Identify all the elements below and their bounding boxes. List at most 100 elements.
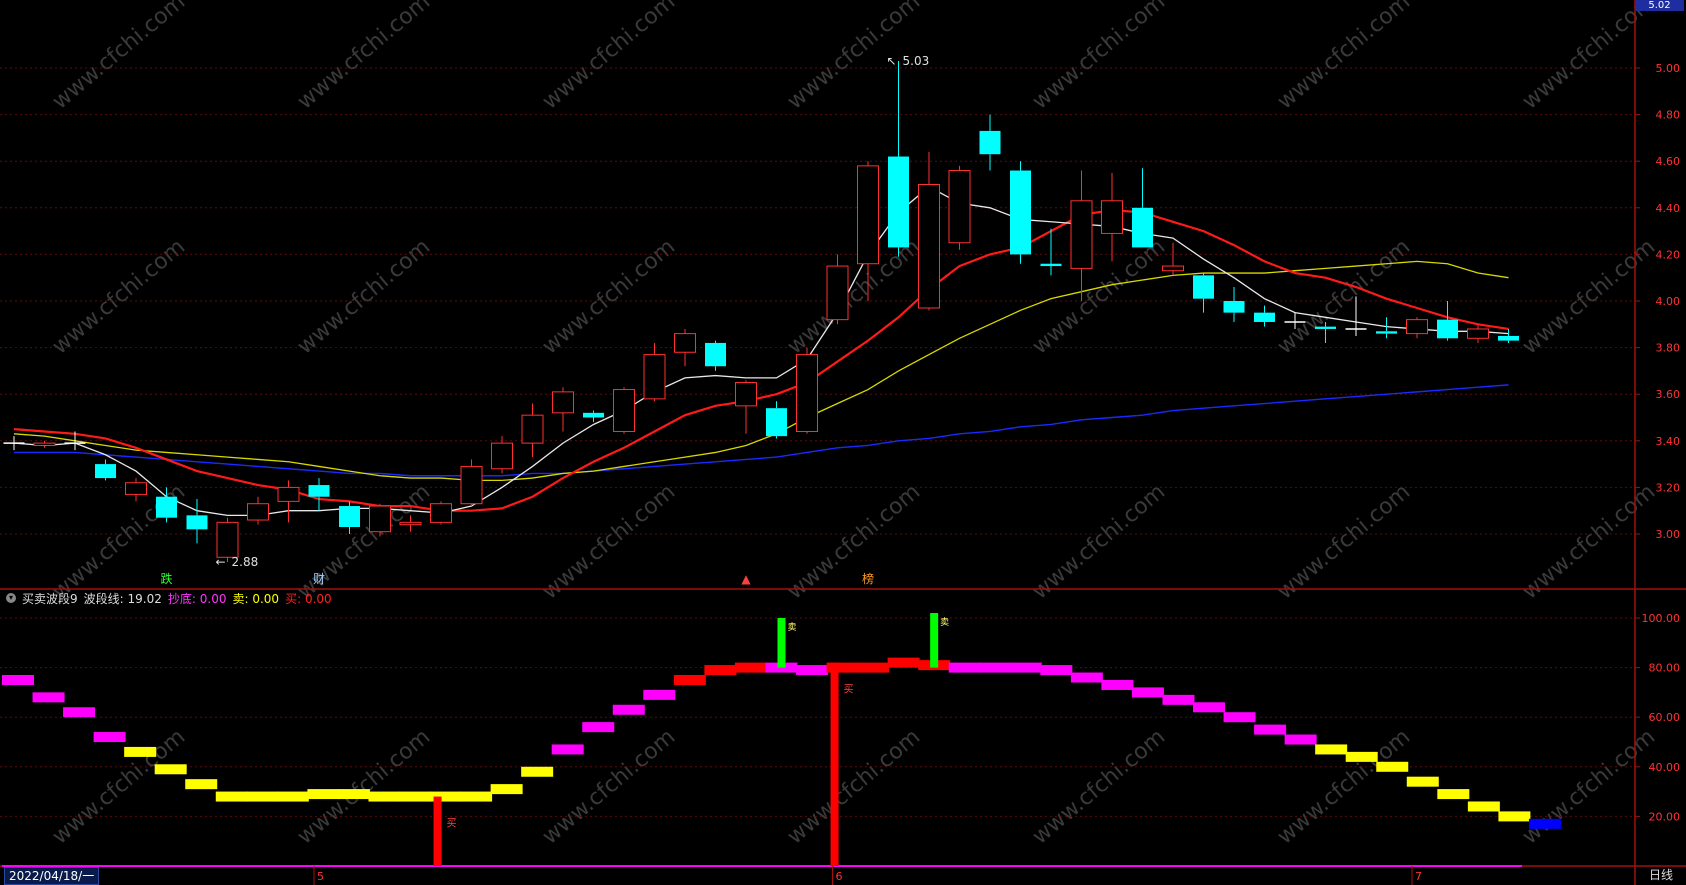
candle-body xyxy=(216,521,239,558)
candle-body xyxy=(1437,319,1458,339)
candle xyxy=(1467,324,1489,343)
price-tick-label: 4.60 xyxy=(1656,155,1681,168)
indicator-tick-label: 80.00 xyxy=(1649,662,1681,675)
price-tick-label: 3.00 xyxy=(1656,528,1681,541)
candle xyxy=(766,401,787,439)
price-annotation: 2.88 xyxy=(232,555,259,569)
watermark-text: www.cfchi.com xyxy=(1518,0,1660,115)
candle-body xyxy=(339,506,360,528)
band-segment xyxy=(582,722,615,733)
candle-body xyxy=(918,184,940,309)
buy-signal-bar xyxy=(433,796,442,866)
watermark-text: www.cfchi.com xyxy=(1028,0,1170,115)
candle xyxy=(705,340,726,371)
band-segment xyxy=(1528,818,1561,829)
indicator-tick-label: 100.00 xyxy=(1642,612,1681,625)
last-price-tag: 5.02 xyxy=(1635,0,1684,11)
band-segment xyxy=(1498,811,1531,822)
event-marker: ▲ xyxy=(741,572,751,586)
band-segment xyxy=(1315,744,1348,755)
candle-body xyxy=(1070,200,1093,269)
watermark-text: www.cfchi.com xyxy=(48,724,190,849)
indicator-name[interactable]: 买卖波段9 xyxy=(22,590,78,607)
event-marker: 财 xyxy=(313,572,325,586)
candle xyxy=(1254,305,1275,327)
band-segment xyxy=(1070,672,1103,683)
watermark-text: www.cfchi.com xyxy=(1518,724,1660,849)
month-label: 6 xyxy=(836,870,843,883)
band-segment xyxy=(399,791,432,802)
candle xyxy=(125,478,147,502)
candle xyxy=(826,254,849,325)
candle xyxy=(247,496,269,525)
band-segment xyxy=(1101,679,1134,690)
candle-body xyxy=(399,521,422,526)
watermark-text: www.cfchi.com xyxy=(293,724,435,849)
candle-body xyxy=(1010,170,1031,255)
watermark-text: www.cfchi.com xyxy=(1273,0,1415,115)
candle-body xyxy=(826,265,849,321)
band-segment xyxy=(551,744,584,755)
band-segment xyxy=(32,692,65,703)
candle-body xyxy=(948,170,971,244)
buy-signal-label: 买 xyxy=(447,818,457,830)
buy-label: 买: xyxy=(285,591,302,606)
stock-chart[interactable]: www.cfchi.com www.cfchi.com www.cfchi.com w… xyxy=(0,0,1686,885)
band-segment xyxy=(1009,662,1042,673)
candle xyxy=(1193,273,1214,313)
candle xyxy=(3,436,25,451)
ma20-line xyxy=(13,260,1509,482)
collapse-icon[interactable]: ▾ xyxy=(6,593,16,603)
band-segment xyxy=(490,784,523,795)
watermark-text: www.cfchi.com xyxy=(1028,479,1170,604)
candle-body xyxy=(1040,263,1062,267)
band-segment xyxy=(185,779,218,790)
watermark-text: www.cfchi.com xyxy=(538,479,680,604)
candle-body xyxy=(33,442,56,446)
annotation-arrow: ← xyxy=(215,555,225,569)
band-segment xyxy=(93,732,126,743)
candle xyxy=(1498,328,1519,343)
band-segment xyxy=(246,791,279,802)
candle-body xyxy=(247,503,269,521)
bottom-value: 0.00 xyxy=(199,591,227,606)
candle xyxy=(277,480,300,523)
candle-body xyxy=(1223,301,1245,313)
band-segment xyxy=(734,662,767,673)
watermark-text: www.cfchi.com xyxy=(1518,479,1660,604)
candle-body xyxy=(735,382,757,407)
watermark-text: www.cfchi.com xyxy=(783,479,925,604)
watermark-text: www.cfchi.com xyxy=(48,0,190,115)
candle xyxy=(1132,168,1153,248)
period-selector[interactable]: 日线 xyxy=(1638,867,1684,883)
candle xyxy=(430,501,452,525)
watermark-text: www.cfchi.com xyxy=(1518,234,1660,359)
candle xyxy=(95,459,116,481)
month-labels: 5 6 7 xyxy=(313,866,1422,885)
indicator-header: ▾ 买卖波段9 波段线: 19.02 抄底: 0.00 卖: 0.00 买: 0… xyxy=(6,589,332,607)
candle-body xyxy=(430,503,452,523)
candle-body xyxy=(460,465,483,505)
band-segment xyxy=(1254,724,1287,735)
event-marker: 跌 xyxy=(160,571,172,586)
candle-body xyxy=(491,442,513,470)
candle-body xyxy=(125,482,147,495)
candle-body xyxy=(95,464,116,479)
candle xyxy=(460,459,483,507)
band-segment xyxy=(1162,694,1195,705)
band-segment xyxy=(1193,702,1226,713)
watermark-text: www.cfchi.com xyxy=(783,724,925,849)
candle xyxy=(1162,242,1184,276)
candle-body xyxy=(979,130,1001,155)
price-axis: 5.00 4.80 4.60 4.40 4.20 4.00 3.80 3.60 3.40 3.20… xyxy=(1635,62,1680,541)
candle-body xyxy=(1193,275,1214,299)
band-segment xyxy=(1376,761,1409,772)
candle-body xyxy=(766,408,787,437)
band-segment xyxy=(154,764,187,775)
watermark-text: www.cfchi.com xyxy=(783,234,925,359)
candle-body xyxy=(613,389,635,432)
watermark-text: www.cfchi.com xyxy=(1028,234,1170,359)
candle-body xyxy=(521,414,544,444)
band-segment xyxy=(276,791,309,802)
band-segment xyxy=(215,791,248,802)
